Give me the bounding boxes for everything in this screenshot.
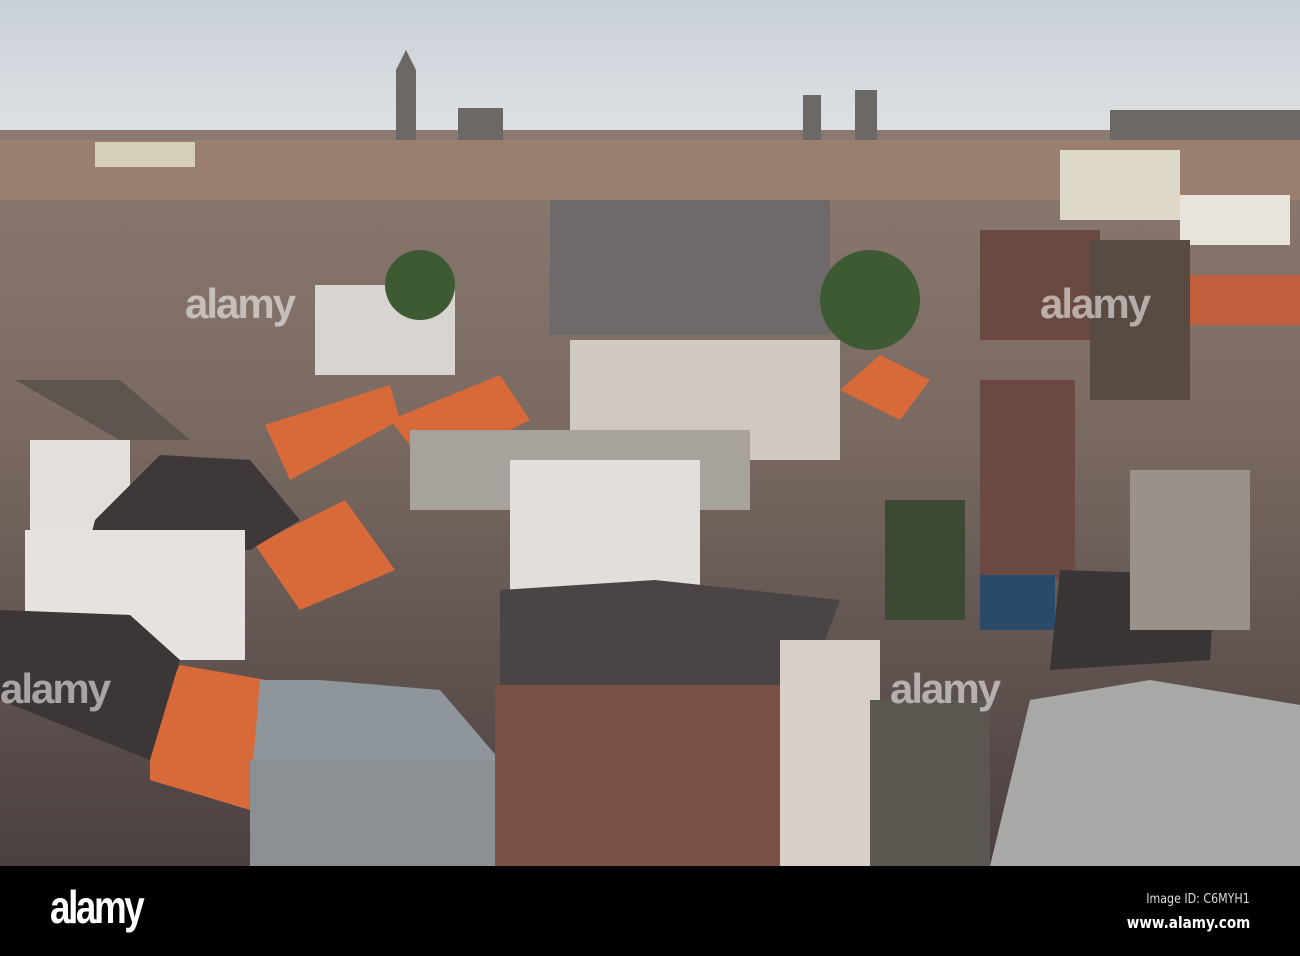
sky (0, 0, 1300, 140)
website-link[interactable]: www.alamy.com (1126, 913, 1250, 932)
watermark-bottom-center: alamy (890, 665, 1001, 712)
amsterdam-rooftops-photo (0, 0, 1300, 866)
footer-bar: alamy Image ID: C6MYH1 www.alamy.com (0, 866, 1300, 956)
watermark-bottom-left: alamy (0, 665, 111, 712)
watermark-top-left: alamy (185, 280, 296, 327)
watermark-top-right: alamy (1040, 280, 1151, 327)
image-id: Image ID: C6MYH1 (1146, 892, 1250, 907)
alamy-logo: alamy (50, 881, 145, 933)
